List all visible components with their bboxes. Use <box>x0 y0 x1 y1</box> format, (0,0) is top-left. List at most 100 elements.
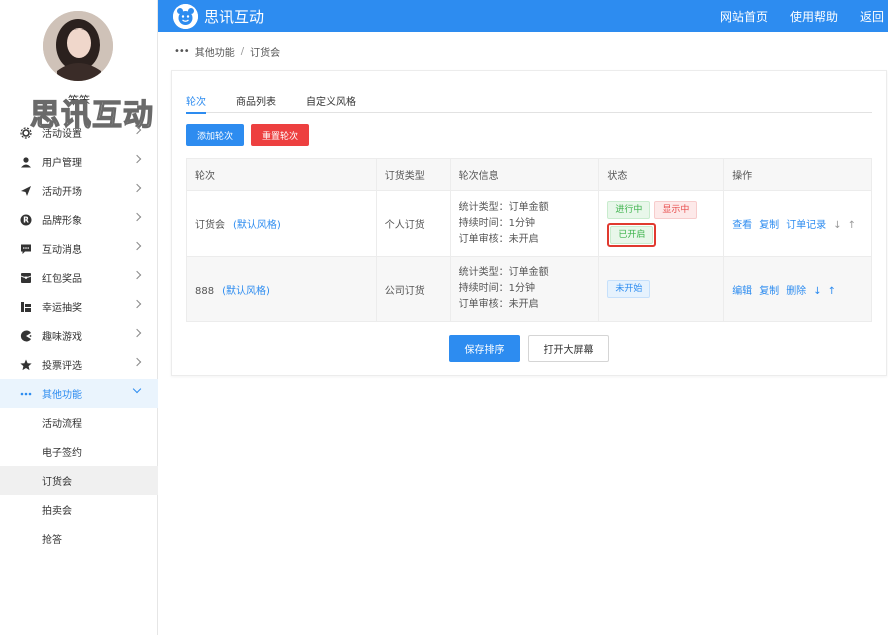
status-badge-in-progress: 进行中 <box>607 200 651 219</box>
chevron-right-icon <box>132 270 142 280</box>
sidebar-item-user-management[interactable]: 用户管理 <box>0 147 158 176</box>
breadcrumb: ••• 其他功能 / 订货会 <box>174 44 280 59</box>
main-card: 轮次 商品列表 自定义风格 添加轮次 重置轮次 轮次 订货类型 轮次信息 状态 … <box>171 70 887 376</box>
open-big-screen-button[interactable]: 打开大屏幕 <box>528 335 609 362</box>
top-links: 网站首页 使用帮助 返回 <box>698 8 888 25</box>
round-name: 888 <box>195 285 215 297</box>
info-review: 订单审核：未开启 <box>458 233 539 245</box>
order-records-link[interactable]: 订单记录 <box>786 220 826 231</box>
sidebar-item-label: 其他功能 <box>42 390 82 401</box>
tab-product-list[interactable]: 商品列表 <box>236 93 276 113</box>
more-icon: ••• <box>174 46 190 57</box>
style-link[interactable]: (默认风格) <box>233 220 281 231</box>
brand-name: 思讯互动 <box>204 8 265 26</box>
status-cell: 进行中 显示中 已开启 <box>598 190 725 257</box>
lottery-icon <box>20 301 32 313</box>
sidebar-item-label: 互动消息 <box>42 245 82 256</box>
round-name: 订货会 <box>195 220 225 231</box>
gift-icon <box>20 272 32 284</box>
sidebar-subitem-auction[interactable]: 拍卖会 <box>0 495 158 524</box>
copy-link[interactable]: 复制 <box>759 286 779 297</box>
tab-bar: 轮次 商品列表 自定义风格 <box>186 93 872 114</box>
send-icon <box>20 185 32 197</box>
reset-round-button[interactable]: 重置轮次 <box>251 124 309 146</box>
chevron-right-icon <box>132 299 142 309</box>
column-header: 操作 <box>723 158 872 191</box>
table-header-row: 轮次 订货类型 轮次信息 状态 操作 <box>186 158 872 191</box>
view-link[interactable]: 查看 <box>732 220 752 231</box>
chevron-down-icon <box>132 384 142 394</box>
avatar[interactable] <box>43 11 113 81</box>
breadcrumb-separator: / <box>240 46 245 57</box>
delete-link[interactable]: 删除 <box>786 286 806 297</box>
chevron-right-icon <box>132 183 142 193</box>
sidebar-item-activity-opening[interactable]: 活动开场 <box>0 176 158 205</box>
sidebar-subitem-e-signing[interactable]: 电子签约 <box>0 437 158 466</box>
sidebar-item-label: 趣味游戏 <box>42 332 82 343</box>
sidebar-item-interactive-messages[interactable]: 互动消息 <box>0 234 158 263</box>
sidebar-item-label: 用户管理 <box>42 158 82 169</box>
pacman-icon <box>20 330 32 342</box>
order-type: 个人订货 <box>375 190 451 257</box>
svg-text:R: R <box>23 215 29 224</box>
status-badge-enabled: 已开启 <box>610 225 654 244</box>
move-down-icon[interactable]: ↓ <box>833 220 841 231</box>
sidebar-subitem-activity-flow[interactable]: 活动流程 <box>0 408 158 437</box>
home-link[interactable]: 网站首页 <box>720 8 768 25</box>
sidebar-item-activity-settings[interactable]: 活动设置 <box>0 118 158 147</box>
round-name-cell: 888 (默认风格) <box>186 256 377 322</box>
sidebar-item-label: 品牌形象 <box>42 216 82 227</box>
sidebar-subitem-order-meeting[interactable]: 订货会 <box>0 466 158 495</box>
sidebar-item-lucky-draw[interactable]: 幸运抽奖 <box>0 292 158 321</box>
move-up-icon[interactable]: ↑ <box>828 286 836 297</box>
sidebar-item-label: 活动设置 <box>42 129 82 140</box>
column-header: 轮次 <box>186 158 377 191</box>
status-badge-displaying: 显示中 <box>654 200 698 219</box>
breadcrumb-parent[interactable]: 其他功能 <box>195 44 235 59</box>
tab-custom-style[interactable]: 自定义风格 <box>306 93 356 113</box>
avatar-photo-icon <box>43 11 113 81</box>
highlight-box: 已开启 <box>607 222 657 247</box>
info-stat-type: 统计类型：订单金额 <box>458 267 549 278</box>
column-header: 状态 <box>598 158 725 191</box>
sidebar-item-label: 投票评选 <box>42 361 82 372</box>
sidebar-item-brand-image[interactable]: R 品牌形象 <box>0 205 158 234</box>
move-down-icon[interactable]: ↓ <box>813 286 821 297</box>
brand-logo-icon[interactable] <box>173 4 198 29</box>
rounds-table: 轮次 订货类型 轮次信息 状态 操作 订货会 (默认风格) 个人订货 统计类型：订… <box>186 158 872 322</box>
save-order-button[interactable]: 保存排序 <box>449 335 520 362</box>
move-up-icon[interactable]: ↑ <box>848 220 856 231</box>
column-header: 订货类型 <box>375 158 451 191</box>
copy-link[interactable]: 复制 <box>759 220 779 231</box>
user-icon <box>20 156 32 168</box>
sidebar-item-other-functions[interactable]: 其他功能 <box>0 379 158 408</box>
info-stat-type: 统计类型：订单金额 <box>458 201 549 213</box>
round-info-cell: 统计类型：订单金额 持续时间：1分钟 订单审核：未开启 <box>449 256 600 322</box>
sidebar-item-label: 幸运抽奖 <box>42 303 82 314</box>
sidebar-item-red-packet-prizes[interactable]: 红包奖品 <box>0 263 158 292</box>
info-review: 订单审核：未开启 <box>458 299 539 310</box>
chat-icon <box>20 243 32 255</box>
round-info-cell: 统计类型：订单金额 持续时间：1分钟 订单审核：未开启 <box>449 190 600 257</box>
add-round-button[interactable]: 添加轮次 <box>186 124 244 146</box>
help-link[interactable]: 使用帮助 <box>790 8 838 25</box>
back-link[interactable]: 返回 <box>860 8 884 25</box>
chevron-right-icon <box>132 125 142 135</box>
chevron-right-icon <box>132 357 142 367</box>
chevron-right-icon <box>132 328 142 338</box>
registered-icon: R <box>20 214 32 226</box>
sidebar-item-fun-games[interactable]: 趣味游戏 <box>0 321 158 350</box>
operations-cell: 查看 复制 订单记录 ↓ ↑ <box>723 190 872 257</box>
top-bar: 思讯互动 网站首页 使用帮助 返回 <box>158 0 888 32</box>
sidebar: 笨笨 思讯互动 活动设置 用户管理 活动开场 R 品牌形象 互动消息 红包奖品 … <box>0 0 158 635</box>
more-icon <box>20 388 32 400</box>
status-badge-not-started: 未开始 <box>607 280 651 298</box>
table-row: 订货会 (默认风格) 个人订货 统计类型：订单金额 持续时间：1分钟 订单审核：未… <box>186 190 872 257</box>
sidebar-item-voting[interactable]: 投票评选 <box>0 350 158 379</box>
style-link[interactable]: (默认风格) <box>222 286 270 297</box>
edit-link[interactable]: 编辑 <box>732 286 752 297</box>
tab-rounds[interactable]: 轮次 <box>186 93 206 114</box>
sidebar-subitem-quick-answer[interactable]: 抢答 <box>0 524 158 553</box>
star-icon <box>20 359 32 371</box>
breadcrumb-current: 订货会 <box>250 48 281 59</box>
